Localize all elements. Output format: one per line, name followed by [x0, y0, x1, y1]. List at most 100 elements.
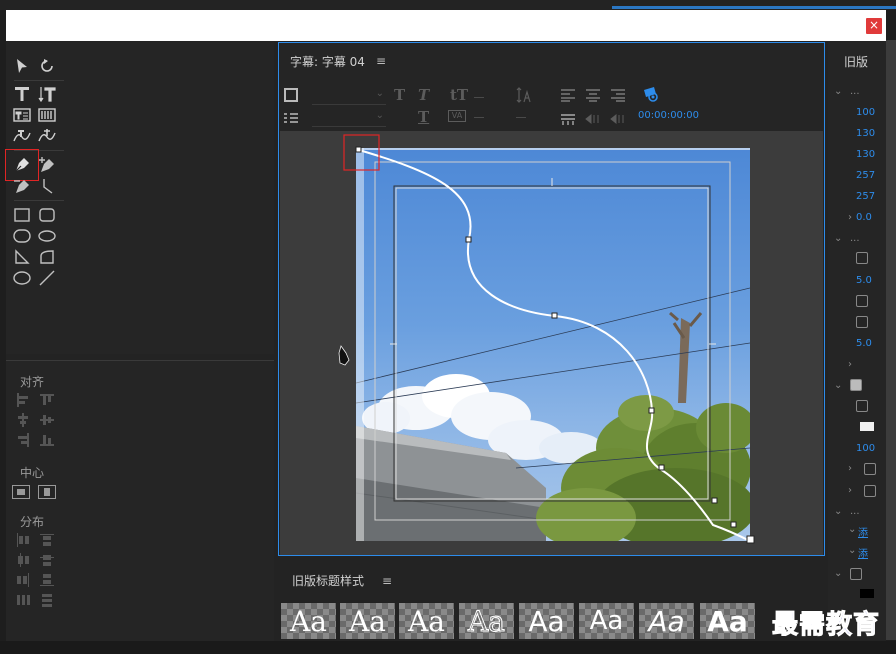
align-right-icon[interactable] — [16, 433, 30, 447]
property-value[interactable]: 100 — [856, 107, 875, 118]
expand-arrow-icon[interactable]: ⌄ — [834, 380, 842, 391]
clipped-corner-rectangle-tool-icon[interactable] — [11, 226, 33, 246]
vertical-path-type-tool-icon[interactable] — [36, 126, 58, 146]
tab-stops-icon[interactable] — [284, 110, 298, 123]
ellipse-tool-icon[interactable] — [11, 268, 33, 288]
type-tool-icon[interactable] — [11, 84, 33, 104]
add-outer-stroke-link[interactable]: 添 — [858, 545, 868, 560]
style-swatch[interactable]: Aa — [699, 602, 756, 640]
texture-checkbox[interactable] — [864, 485, 876, 497]
center-horizontal-icon[interactable] — [12, 485, 30, 499]
distribute-horizontal-even-icon[interactable] — [16, 593, 30, 607]
property-value[interactable]: 130 — [856, 128, 875, 139]
style-swatch[interactable]: Aa — [578, 602, 635, 640]
property-value[interactable]: 0.0 — [856, 212, 872, 223]
style-swatch[interactable]: Aa — [458, 602, 515, 640]
leading-icon[interactable] — [516, 86, 532, 108]
dropdown-box[interactable] — [856, 252, 868, 264]
close-button[interactable]: × — [866, 18, 882, 34]
italic-icon[interactable]: T — [418, 86, 429, 104]
align-left-icon[interactable] — [16, 393, 30, 407]
shadow-checkbox[interactable] — [850, 568, 862, 580]
path-type-tool-icon[interactable] — [11, 126, 33, 146]
wedge-tool-icon[interactable] — [11, 247, 33, 267]
align-top-icon[interactable] — [40, 393, 54, 407]
dropdown-box[interactable] — [856, 295, 868, 307]
font-family-dropdown[interactable]: ⌄ — [312, 86, 386, 105]
distribute-vertical-even-icon[interactable] — [40, 593, 54, 607]
expand-arrow-icon[interactable]: › — [848, 463, 852, 474]
kerning-icon[interactable]: VA — [448, 110, 466, 122]
add-anchor-point-tool-icon[interactable] — [36, 155, 58, 175]
style-swatch[interactable]: Aa — [339, 602, 396, 640]
expand-arrow-icon[interactable]: ⌄ — [848, 524, 856, 535]
vertical-area-type-tool-icon[interactable] — [36, 105, 58, 125]
font-size-icon[interactable]: tT — [450, 86, 468, 104]
fill-color-swatch[interactable] — [860, 422, 874, 431]
font-style-dropdown[interactable]: ⌄ — [312, 108, 386, 127]
rectangle-tool-icon[interactable] — [11, 205, 33, 225]
expand-arrow-icon[interactable]: › — [848, 212, 852, 223]
style-swatch[interactable]: Aa — [398, 602, 455, 640]
line-tool-icon[interactable] — [36, 268, 58, 288]
distribute-top-icon[interactable] — [40, 533, 54, 547]
expand-arrow-icon[interactable]: › — [848, 359, 852, 370]
property-value[interactable]: 130 — [856, 149, 875, 160]
convert-anchor-point-tool-icon[interactable] — [36, 176, 58, 196]
distribute-bottom-icon[interactable] — [40, 573, 54, 587]
align-horizontal-center-icon[interactable] — [16, 413, 30, 427]
area-type-tool-icon[interactable] — [11, 105, 33, 125]
align-bottom-icon[interactable] — [40, 433, 54, 447]
expand-arrow-icon[interactable]: ⌄ — [834, 568, 842, 579]
dropdown-box[interactable] — [856, 316, 868, 328]
expand-arrow-icon[interactable]: ⌄ — [834, 233, 842, 244]
property-value[interactable]: 257 — [856, 170, 875, 181]
show-background-video-icon[interactable] — [642, 86, 662, 108]
tab-center-icon[interactable] — [585, 110, 601, 129]
tab-left-icon[interactable] — [560, 110, 576, 129]
property-value[interactable]: 100 — [856, 443, 875, 454]
underline-icon[interactable]: T — [418, 108, 429, 126]
arc-tool-icon[interactable] — [36, 247, 58, 267]
background-video-icon[interactable] — [284, 88, 298, 102]
align-vertical-center-icon[interactable] — [40, 413, 54, 427]
rotation-tool-icon[interactable] — [36, 56, 58, 76]
expand-arrow-icon[interactable]: ⌄ — [848, 545, 856, 556]
distribute-vertical-center-icon[interactable] — [40, 553, 54, 567]
dropdown-box[interactable] — [856, 400, 868, 412]
fill-checkbox[interactable] — [850, 379, 862, 391]
property-value[interactable]: 5.0 — [856, 338, 872, 349]
rounded-corner-rectangle-tool-icon[interactable] — [36, 205, 58, 225]
tab-right-icon[interactable] — [610, 110, 626, 129]
bold-icon[interactable]: T — [394, 86, 405, 104]
title-panel-menu-icon[interactable]: ≡ — [376, 54, 386, 68]
style-swatch[interactable]: Aa — [638, 602, 695, 640]
add-inner-stroke-link[interactable]: 添 — [858, 524, 868, 539]
style-swatch[interactable]: Aa — [280, 602, 337, 640]
expand-arrow-icon[interactable]: ⌄ — [834, 506, 842, 517]
style-swatch[interactable]: Aa — [518, 602, 575, 640]
distribute-section-label: 分布 — [20, 515, 45, 529]
watermark-text: 最需教育 — [771, 610, 881, 641]
sheen-checkbox[interactable] — [864, 463, 876, 475]
align-right-text-icon[interactable] — [610, 87, 626, 106]
expand-arrow-icon[interactable]: ⌄ — [834, 86, 842, 97]
property-value[interactable]: 257 — [856, 191, 875, 202]
pen-tool-icon[interactable] — [5, 149, 39, 181]
distribute-right-icon[interactable] — [16, 573, 30, 587]
distribute-left-icon[interactable] — [16, 533, 30, 547]
rounded-rectangle-tool-icon[interactable] — [36, 226, 58, 246]
title-panel-header: 字幕: 字幕 04 — [290, 55, 365, 69]
delete-anchor-point-tool-icon[interactable] — [11, 176, 33, 196]
center-text-icon[interactable] — [585, 87, 601, 106]
distribute-horizontal-center-icon[interactable] — [16, 553, 30, 567]
vertical-type-tool-icon[interactable] — [36, 84, 58, 104]
property-value[interactable]: 5.0 — [856, 275, 872, 286]
shadow-color-swatch[interactable] — [860, 589, 874, 598]
selection-tool-icon[interactable] — [11, 56, 33, 76]
center-vertical-icon[interactable] — [38, 485, 56, 499]
timecode-display[interactable]: 00:00:00:00 — [638, 110, 699, 121]
styles-panel-menu-icon[interactable]: ≡ — [382, 574, 392, 588]
align-left-text-icon[interactable] — [560, 87, 576, 106]
expand-arrow-icon[interactable]: › — [848, 485, 852, 496]
